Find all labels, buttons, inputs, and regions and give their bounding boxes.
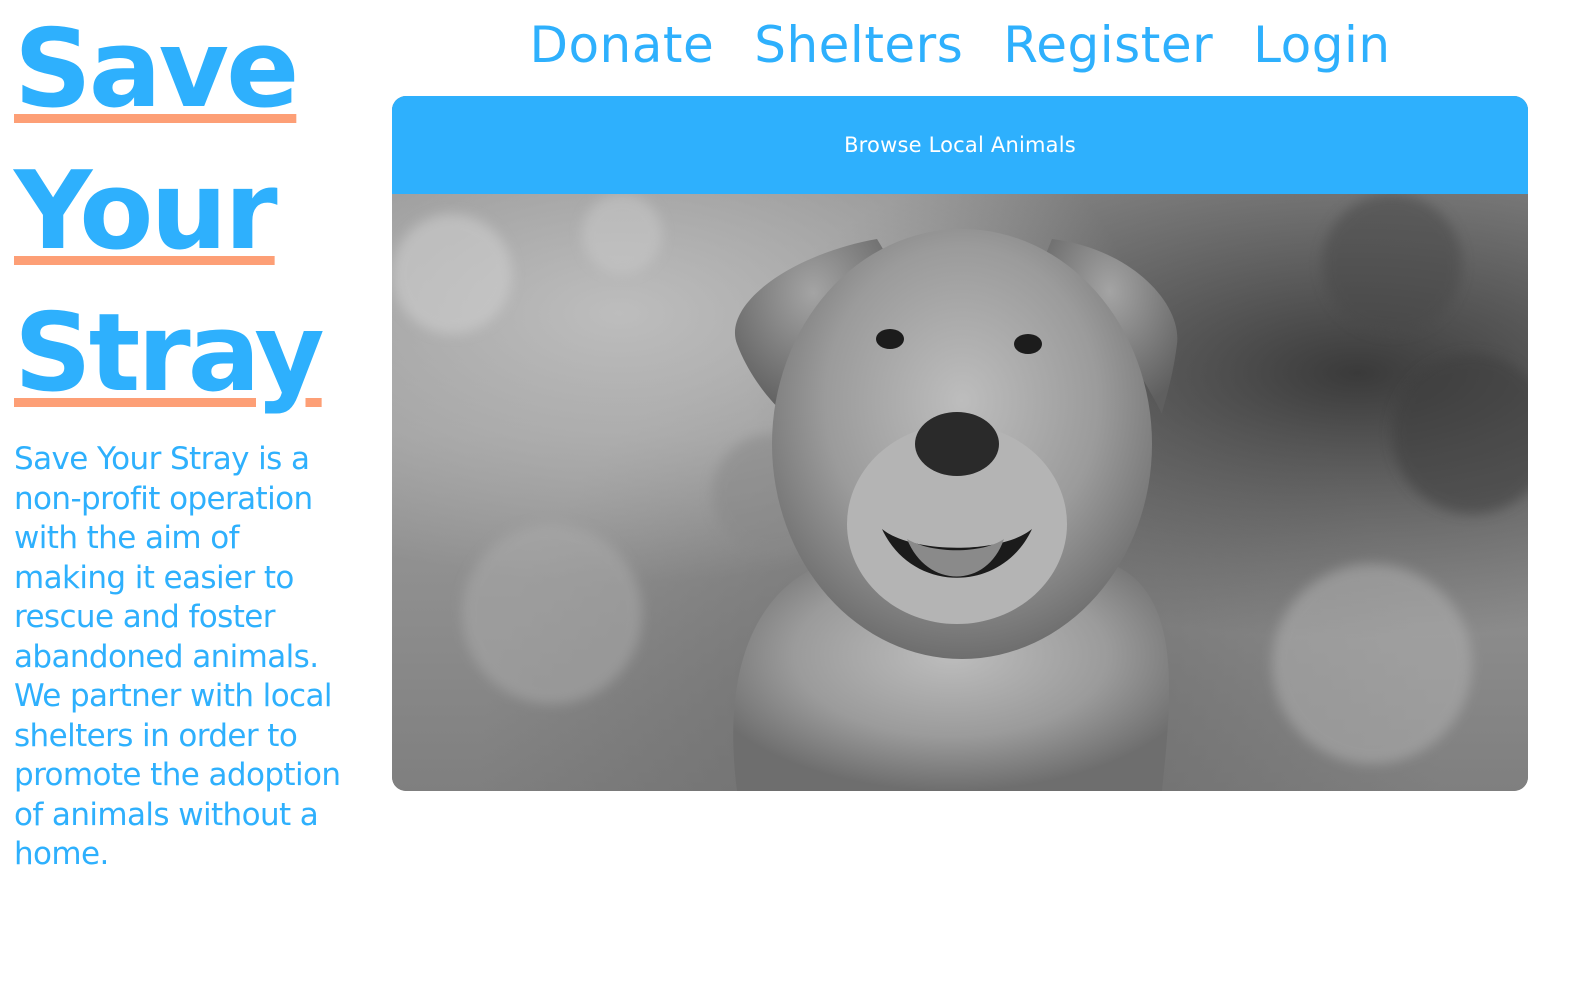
nav-donate-link[interactable]: Donate [529, 14, 714, 76]
nav-login-link[interactable]: Login [1253, 14, 1390, 76]
site-title-line-1[interactable]: Save [14, 0, 299, 140]
site-title-line-2[interactable]: Your [14, 142, 278, 282]
nav-register-link[interactable]: Register [1003, 14, 1213, 76]
dog-photo [392, 194, 1528, 791]
dog-illustration [392, 194, 1528, 791]
browse-card: Browse Local Animals [392, 96, 1528, 791]
site-title-line-3[interactable]: Stray [14, 284, 325, 424]
site-title[interactable]: Save Your Stray [14, 0, 374, 426]
browse-local-animals-button[interactable]: Browse Local Animals [392, 96, 1528, 194]
about-text: Save Your Stray is a non-profit operatio… [14, 441, 341, 872]
page: Save Your Stray Save Your Stray is a non… [0, 0, 1591, 985]
main-nav: Donate Shelters Register Login [392, 14, 1528, 76]
nav-shelters-link[interactable]: Shelters [754, 14, 963, 76]
